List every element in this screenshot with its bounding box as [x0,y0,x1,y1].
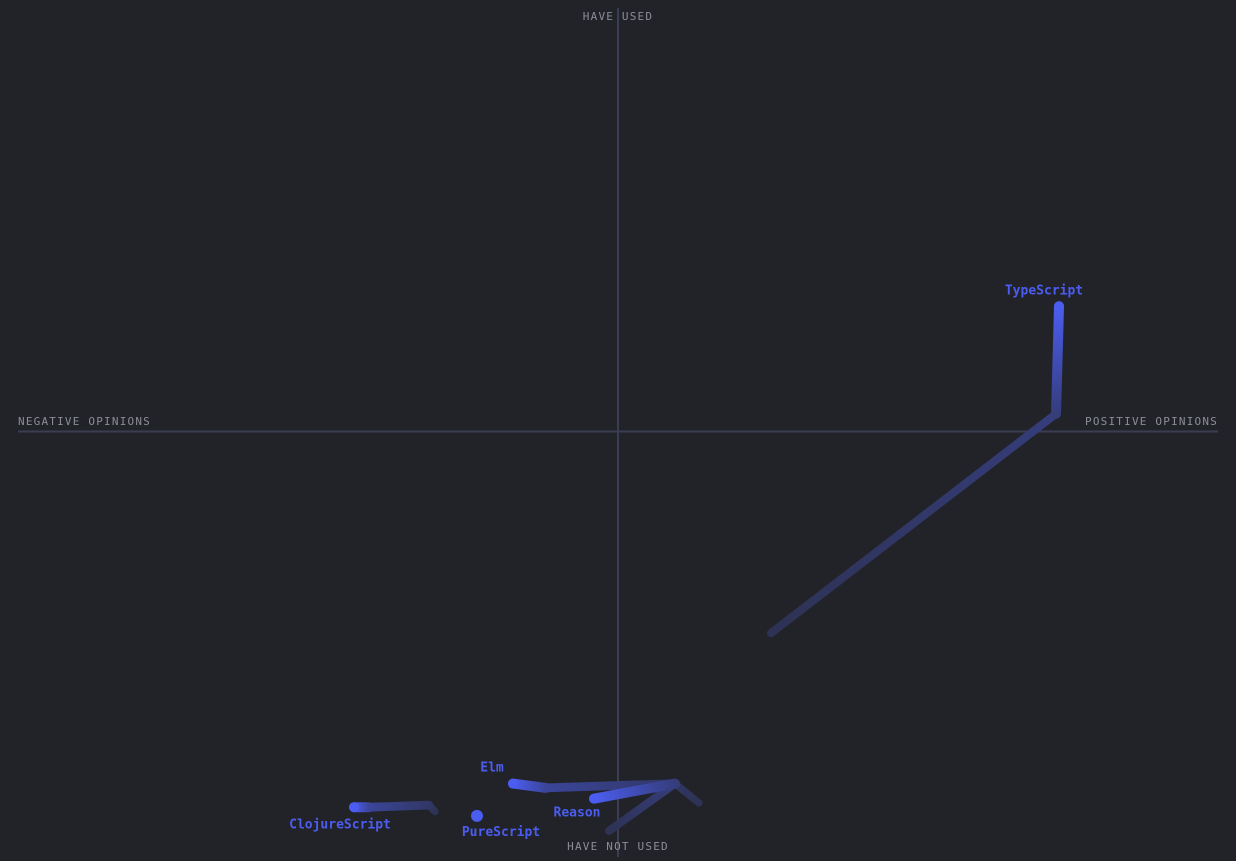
axis-label-bottom: HAVE NOT USED [567,840,669,853]
series-typescript [767,301,1064,638]
series-label-layer: TypeScript Elm Reason ClojureScript PureScri… [289,283,1083,840]
series-purescript [471,809,483,822]
series-label-typescript: TypeScript [1005,283,1083,298]
series-reason-point [589,793,599,804]
series-label-elm: Elm [480,761,504,776]
series-label-purescript: PureScript [462,825,540,840]
axis-label-right: POSITIVE OPINIONS [1085,415,1218,428]
series-label-reason: Reason [554,806,601,821]
series-clojurescript [349,800,439,816]
axis-label-top: HAVE USED [583,10,653,23]
series-clojurescript-point [349,802,359,813]
series-typescript-segment [1051,301,1064,419]
axis-label-left: NEGATIVE OPINIONS [18,415,151,428]
series-typescript-segment [767,409,1060,638]
opinion-quadrant-chart: HAVE USED HAVE NOT USED NEGATIVE OPINION… [18,8,1218,857]
series-clojurescript-segment [364,800,434,812]
series-label-clojurescript: ClojureScript [289,817,391,832]
chart-stage: HAVE USED HAVE NOT USED NEGATIVE OPINION… [0,0,1236,861]
series-purescript-point [471,809,483,822]
series-elm-point [508,778,518,789]
series-typescript-point [1054,301,1064,312]
series-layer [349,301,1064,835]
series-reason [589,778,680,835]
